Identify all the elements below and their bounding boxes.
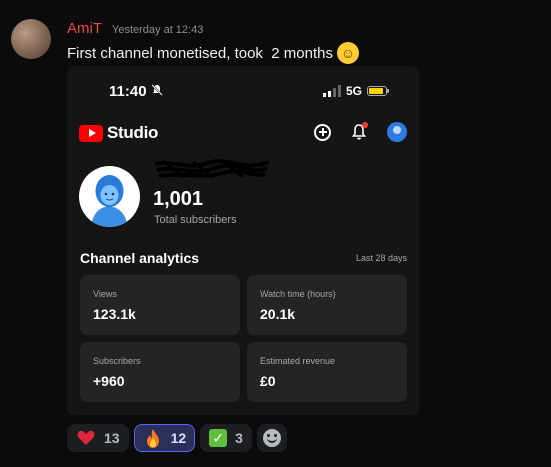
message-text: First channel monetised, took 2 months bbox=[67, 44, 333, 62]
reaction-count: 13 bbox=[104, 430, 120, 446]
user-avatar[interactable] bbox=[11, 19, 51, 59]
red-heart-icon bbox=[76, 428, 96, 448]
card-value: £0 bbox=[260, 373, 276, 389]
watch-time-card[interactable]: Watch time (hours) 20.1k bbox=[247, 275, 407, 335]
card-value: +960 bbox=[93, 373, 125, 389]
revenue-card[interactable]: Estimated revenue £0 bbox=[247, 342, 407, 402]
create-icon[interactable] bbox=[314, 123, 331, 141]
views-card[interactable]: Views 123.1k bbox=[80, 275, 240, 335]
card-value: 20.1k bbox=[260, 306, 296, 322]
reaction-count: 3 bbox=[235, 430, 243, 446]
fire-icon bbox=[143, 428, 163, 448]
battery-icon bbox=[367, 86, 389, 96]
youtube-play-icon bbox=[79, 124, 103, 142]
reaction-count: 12 bbox=[170, 430, 187, 446]
screenshot-attachment[interactable]: 11:40 5G Studio 1,001 Total subscribers … bbox=[67, 66, 419, 415]
card-label: Estimated revenue bbox=[260, 356, 336, 366]
add-reaction-icon bbox=[262, 429, 281, 447]
account-avatar[interactable] bbox=[387, 122, 407, 142]
card-label: Watch time (hours) bbox=[260, 289, 336, 299]
message-timestamp: Yesterday at 12:43 bbox=[112, 24, 204, 36]
check-mark-icon: ✓ bbox=[209, 429, 228, 447]
analytics-title: Channel analytics bbox=[80, 250, 200, 266]
message-body: First channel monetised, took 2 months ☺ bbox=[67, 42, 359, 64]
analytics-range: Last 28 days bbox=[355, 253, 407, 263]
notifications-icon[interactable] bbox=[349, 122, 369, 142]
grinning-face-emoji: ☺ bbox=[336, 42, 359, 64]
subscribers-card[interactable]: Subscribers +960 bbox=[80, 342, 240, 402]
reaction-heart[interactable]: 13 bbox=[67, 424, 129, 452]
signal-icon bbox=[322, 85, 341, 97]
status-bar-right: 5G bbox=[322, 84, 389, 98]
reaction-check[interactable]: ✓ 3 bbox=[200, 424, 252, 452]
subscribers-count: 1,001 bbox=[153, 188, 204, 210]
reactions-bar: 13 12 ✓ 3 bbox=[67, 424, 287, 452]
message-header: AmiT Yesterday at 12:43 bbox=[67, 20, 203, 37]
channel-avatar bbox=[79, 166, 140, 227]
header-actions bbox=[314, 122, 407, 142]
youtube-studio-logo: Studio bbox=[79, 123, 158, 143]
status-bar-time: 11:40 bbox=[109, 83, 163, 100]
app-title: Studio bbox=[107, 123, 159, 142]
card-value: 123.1k bbox=[93, 306, 136, 322]
card-label: Views bbox=[93, 289, 117, 299]
add-reaction-button[interactable] bbox=[256, 424, 287, 452]
reaction-fire[interactable]: 12 bbox=[133, 424, 196, 452]
bell-mute-icon bbox=[150, 84, 163, 99]
network-type: 5G bbox=[345, 84, 362, 98]
username[interactable]: AmiT bbox=[67, 20, 102, 37]
status-time-text: 11:40 bbox=[109, 83, 147, 100]
redacted-channel-name bbox=[154, 159, 270, 179]
subscribers-label: Total subscribers bbox=[154, 214, 237, 226]
card-label: Subscribers bbox=[93, 356, 141, 366]
